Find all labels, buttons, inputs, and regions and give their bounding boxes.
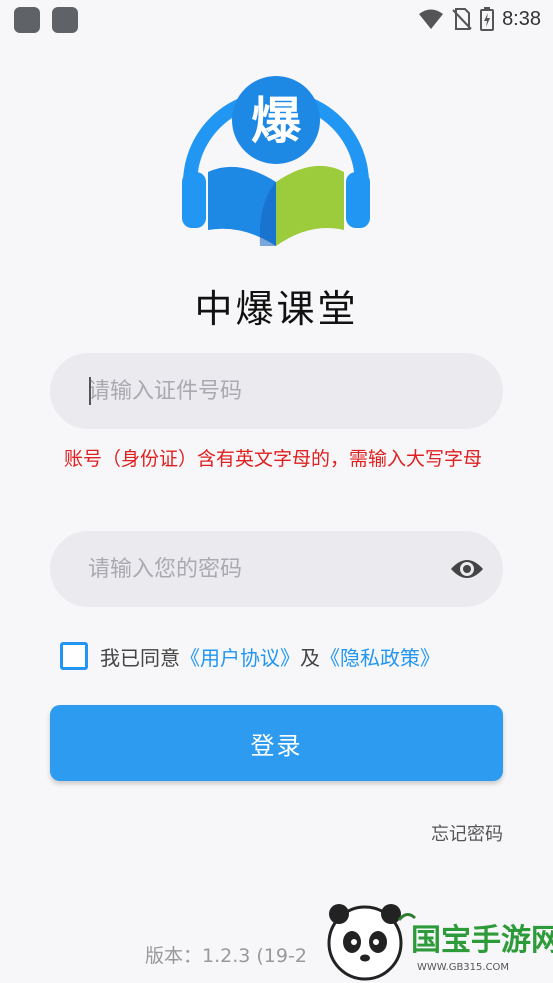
agreement-conjunction: 及 <box>300 645 320 670</box>
agreement-row: 我已同意 《用户协议》 及 《隐私政策》 <box>60 640 440 672</box>
logo-glyph: 爆 <box>251 92 302 150</box>
agree-checkbox[interactable] <box>60 642 88 670</box>
battery-charging-icon <box>480 7 495 31</box>
user-agreement-link[interactable]: 《用户协议》 <box>180 642 300 671</box>
id-format-hint: 账号（身份证）含有英文字母的，需输入大写字母 <box>64 448 483 470</box>
app-logo: 爆 <box>178 52 374 248</box>
status-indicators: 8:38 <box>418 6 541 32</box>
show-password-eye-icon[interactable] <box>449 553 485 585</box>
clock: 8:38 <box>502 7 541 30</box>
app-notification-icon <box>52 7 78 33</box>
forgot-password-link[interactable]: 忘记密码 <box>431 820 503 846</box>
version-text: 版本：1.2.3 (19-2 <box>145 945 307 967</box>
password-field[interactable] <box>50 531 503 607</box>
id-number-field[interactable] <box>50 353 503 429</box>
headphones-book-logo-icon: 爆 <box>182 76 370 246</box>
app-title: 中爆课堂 <box>194 287 359 331</box>
panda-watermark-logo-icon: 国宝手游网 WWW.GB315.COM <box>327 904 553 981</box>
privacy-policy-link[interactable]: 《隐私政策》 <box>320 642 440 671</box>
id-number-input[interactable] <box>88 353 448 429</box>
wifi-icon <box>419 9 444 29</box>
app-notification-icon <box>14 7 40 33</box>
login-button[interactable]: 登录 <box>50 705 503 781</box>
watermark-brand: 国宝手游网 <box>411 923 553 958</box>
watermark: 国宝手游网 WWW.GB315.COM <box>325 900 553 983</box>
status-bar: 8:38 <box>0 0 553 38</box>
text-caret <box>89 377 91 405</box>
no-sim-icon <box>452 8 472 30</box>
agreement-prefix: 我已同意 <box>100 645 180 670</box>
watermark-url: WWW.GB315.COM <box>417 962 509 973</box>
password-input[interactable] <box>88 531 448 607</box>
